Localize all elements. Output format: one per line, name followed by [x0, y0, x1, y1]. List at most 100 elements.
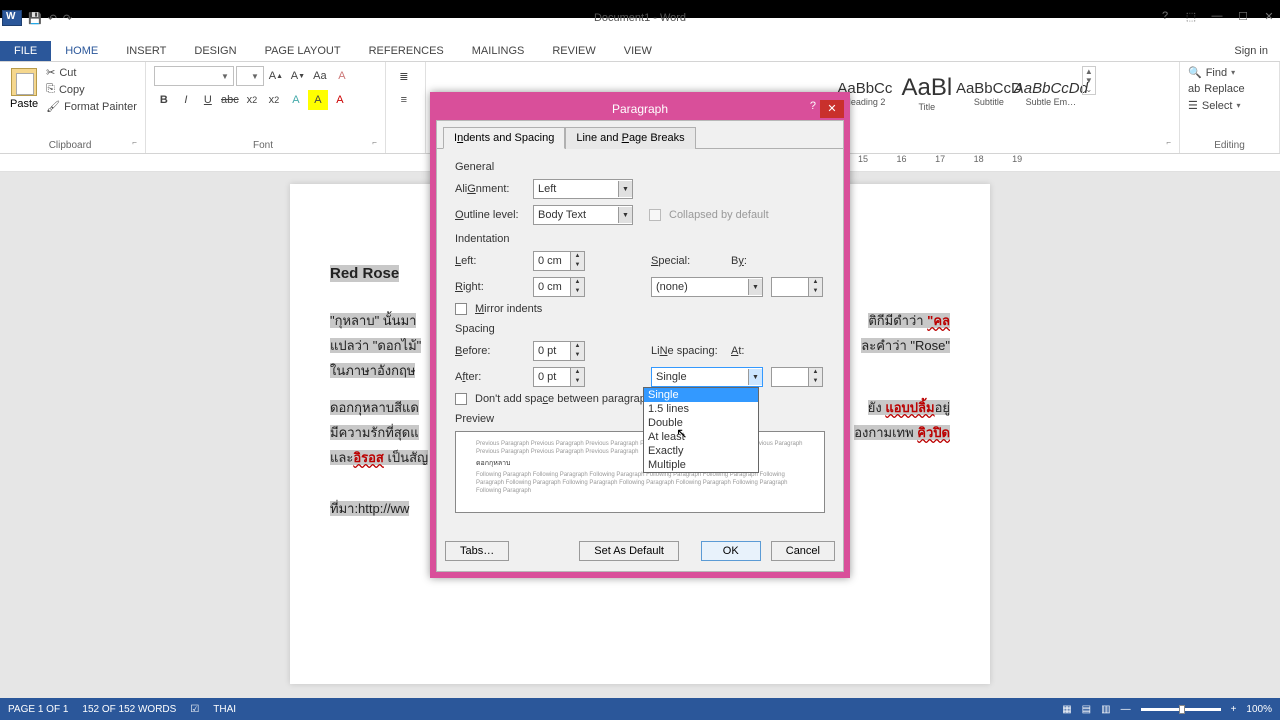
option-at-least[interactable]: At least: [644, 430, 758, 444]
underline-button[interactable]: U: [198, 90, 218, 110]
font-color-button[interactable]: A: [330, 90, 350, 110]
proofing-icon[interactable]: ☑: [190, 704, 199, 715]
styles-more-icon[interactable]: ⌄: [1083, 85, 1095, 94]
dialog-help-icon[interactable]: ?: [810, 100, 816, 112]
select-button[interactable]: ☰Select▾: [1188, 99, 1240, 112]
cancel-button[interactable]: Cancel: [771, 541, 835, 561]
alignment-combo[interactable]: Left▼: [533, 179, 633, 199]
paste-button[interactable]: Paste: [8, 66, 40, 112]
zoom-slider[interactable]: [1141, 708, 1221, 711]
tab-references[interactable]: REFERENCES: [355, 41, 458, 61]
style-subtitle[interactable]: AaBbCcDSubtitle: [958, 66, 1020, 120]
tab-page-layout[interactable]: PAGE LAYOUT: [251, 41, 355, 61]
language-indicator[interactable]: THAI: [213, 704, 236, 715]
spin-up-icon[interactable]: ▲: [570, 342, 584, 351]
dialog-close-icon[interactable]: ✕: [820, 100, 844, 118]
spin-down-icon[interactable]: ▼: [808, 287, 822, 296]
spin-down-icon[interactable]: ▼: [570, 261, 584, 270]
by-spinner[interactable]: ▲▼: [771, 277, 823, 297]
dialog-titlebar[interactable]: Paragraph ? ✕: [436, 98, 844, 120]
tab-line-page-breaks[interactable]: Line and Page Breaks: [565, 127, 695, 149]
ok-button[interactable]: OK: [701, 541, 761, 561]
italic-button[interactable]: I: [176, 90, 196, 110]
expand-icon[interactable]: ⌐: [1166, 138, 1171, 147]
option-single[interactable]: Single: [644, 388, 758, 402]
minimize-icon[interactable]: —: [1208, 10, 1226, 23]
undo-icon[interactable]: ↶: [48, 12, 57, 25]
special-combo[interactable]: (none)▼: [651, 277, 763, 297]
option-exactly[interactable]: Exactly: [644, 444, 758, 458]
web-layout-icon[interactable]: ▥: [1101, 704, 1110, 715]
indent-left-spinner[interactable]: 0 cm▲▼: [533, 251, 585, 271]
ribbon-options-icon[interactable]: ⬚: [1182, 10, 1200, 23]
spin-up-icon[interactable]: ▲: [808, 278, 822, 287]
outline-level-combo[interactable]: Body Text▼: [533, 205, 633, 225]
tab-mailings[interactable]: MAILINGS: [458, 41, 539, 61]
before-spinner[interactable]: 0 pt▲▼: [533, 341, 585, 361]
help-icon[interactable]: ?: [1156, 10, 1174, 23]
shrink-font-button[interactable]: A▼: [288, 66, 308, 86]
tab-file[interactable]: FILE: [0, 41, 51, 61]
font-family-combo[interactable]: ▼: [154, 66, 234, 86]
bold-button[interactable]: B: [154, 90, 174, 110]
dont-add-space-checkbox[interactable]: [455, 393, 467, 405]
print-layout-icon[interactable]: ▤: [1082, 704, 1091, 715]
grow-font-button[interactable]: A▲: [266, 66, 286, 86]
font-size-combo[interactable]: ▼: [236, 66, 264, 86]
styles-up-icon[interactable]: ▲: [1083, 67, 1095, 76]
expand-icon[interactable]: ⌐: [372, 138, 377, 147]
style-title[interactable]: AaBlTitle: [896, 66, 958, 120]
clear-formatting-button[interactable]: A: [332, 66, 352, 86]
tab-view[interactable]: VIEW: [610, 41, 666, 61]
tab-insert[interactable]: INSERT: [112, 41, 180, 61]
expand-icon[interactable]: ⌐: [132, 138, 137, 147]
style-subtle-em[interactable]: AaBbCcDdSubtle Em…: [1020, 66, 1082, 120]
copy-button[interactable]: ⎘Copy: [46, 83, 137, 96]
tabs-button[interactable]: Tabs…: [445, 541, 509, 561]
styles-down-icon[interactable]: ▼: [1083, 76, 1095, 85]
page-indicator[interactable]: PAGE 1 OF 1: [8, 704, 68, 715]
save-icon[interactable]: 💾: [28, 12, 42, 25]
format-painter-button[interactable]: 🖌Format Painter: [46, 100, 137, 113]
zoom-in-icon[interactable]: +: [1231, 704, 1237, 715]
tab-design[interactable]: DESIGN: [180, 41, 250, 61]
change-case-button[interactable]: Aa: [310, 66, 330, 86]
close-icon[interactable]: ✕: [1260, 10, 1278, 23]
read-mode-icon[interactable]: ▦: [1062, 704, 1071, 715]
set-as-default-button[interactable]: Set As Default: [579, 541, 679, 561]
redo-icon[interactable]: ↷: [63, 12, 72, 25]
spin-up-icon[interactable]: ▲: [570, 252, 584, 261]
highlight-button[interactable]: A: [308, 90, 328, 110]
find-button[interactable]: 🔍Find▾: [1188, 66, 1235, 79]
mirror-indents-checkbox[interactable]: [455, 303, 467, 315]
tab-home[interactable]: HOME: [51, 41, 112, 61]
spin-down-icon[interactable]: ▼: [570, 287, 584, 296]
zoom-level[interactable]: 100%: [1246, 704, 1272, 715]
bullets-button[interactable]: ≣: [394, 66, 414, 86]
spin-up-icon[interactable]: ▲: [808, 368, 822, 377]
replace-button[interactable]: abReplace: [1188, 83, 1245, 95]
maximize-icon[interactable]: ☐: [1234, 10, 1252, 23]
option-multiple[interactable]: Multiple: [644, 458, 758, 472]
spin-up-icon[interactable]: ▲: [570, 278, 584, 287]
spin-down-icon[interactable]: ▼: [808, 377, 822, 386]
align-left-button[interactable]: ≡: [394, 90, 414, 110]
at-spinner[interactable]: ▲▼: [771, 367, 823, 387]
spin-up-icon[interactable]: ▲: [570, 368, 584, 377]
spin-down-icon[interactable]: ▼: [570, 377, 584, 386]
subscript-button[interactable]: x2: [242, 90, 262, 110]
zoom-out-icon[interactable]: —: [1121, 704, 1131, 715]
sign-in-link[interactable]: Sign in: [1222, 41, 1280, 61]
line-spacing-combo[interactable]: Single▼: [651, 367, 763, 387]
spin-down-icon[interactable]: ▼: [570, 351, 584, 360]
strikethrough-button[interactable]: abc: [220, 90, 240, 110]
superscript-button[interactable]: x2: [264, 90, 284, 110]
text-effects-button[interactable]: A: [286, 90, 306, 110]
word-count[interactable]: 152 OF 152 WORDS: [82, 704, 176, 715]
cut-button[interactable]: ✂Cut: [46, 66, 137, 79]
tab-indents-spacing[interactable]: Indents and Spacing: [443, 127, 565, 149]
after-spinner[interactable]: 0 pt▲▼: [533, 367, 585, 387]
option-double[interactable]: Double: [644, 416, 758, 430]
option-1-5-lines[interactable]: 1.5 lines: [644, 402, 758, 416]
indent-right-spinner[interactable]: 0 cm▲▼: [533, 277, 585, 297]
